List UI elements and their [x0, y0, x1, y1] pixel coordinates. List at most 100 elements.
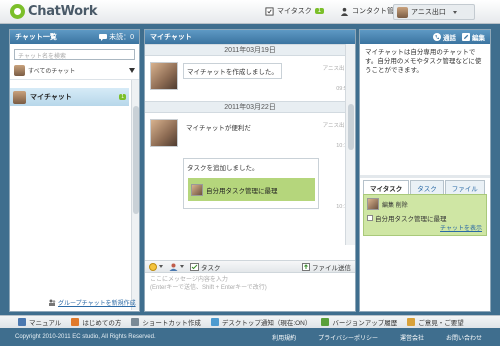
smiley-icon: [149, 262, 157, 271]
avatar: [191, 183, 203, 196]
chevron-down-icon: [452, 10, 457, 14]
message-input[interactable]: ここにメッセージ内容を入力 (Enterキーで送信、Shift + Enterキ…: [147, 274, 352, 311]
footer-item-label: マニュアル: [29, 320, 62, 327]
logo-text: ChatWork: [28, 4, 98, 19]
message-scrollbar[interactable]: [345, 44, 355, 245]
message-input-hint: (Enterキーで送信、Shift + Enterキーで改行): [150, 285, 267, 291]
show-chat-link[interactable]: チャットを表示: [440, 223, 482, 232]
my-task-count: 1: [314, 8, 325, 14]
person-icon: [169, 263, 178, 271]
chat-info-header: 通話 編集: [360, 30, 490, 44]
chat-list-scrollbar[interactable]: [131, 80, 139, 310]
message-text: マイチャットを作成しました。: [183, 63, 282, 79]
avatar: [13, 90, 26, 104]
tab-my-tasks[interactable]: マイタスク: [363, 180, 410, 195]
tab-files[interactable]: ファイル: [444, 180, 485, 195]
chat-filter-select[interactable]: すべてのチャット: [10, 62, 139, 80]
task-icon: [265, 6, 274, 16]
getting-started-link[interactable]: はじめての方: [71, 317, 121, 327]
task-text: 自分用タスク管理に最理: [206, 187, 278, 195]
task-actions[interactable]: 編集 削除: [382, 200, 408, 209]
manual-link[interactable]: マニュアル: [18, 317, 61, 327]
shortcut-link[interactable]: ショートカット作成: [131, 317, 201, 327]
create-group-chat-label: グループチャットを新規作成: [58, 301, 136, 307]
footer-toolbar: マニュアル はじめての方 ショートカット作成 デスクトップ通知（現在:ON） バ…: [0, 315, 500, 328]
footer-item-label: ショートカット作成: [142, 320, 201, 327]
group-icon: [49, 299, 56, 306]
edit-chat-button[interactable]: 編集: [462, 32, 485, 42]
task-icon: [190, 262, 199, 271]
date-separator: 2011年03月22日: [145, 101, 355, 113]
send-file-button[interactable]: ファイル送信: [302, 262, 351, 272]
version-history-link[interactable]: バージョンアップ履歴: [321, 317, 397, 327]
chat-list-header: チャット一覧 未読：0: [10, 30, 139, 44]
scroll-thumb[interactable]: [348, 104, 354, 150]
phone-icon: [433, 33, 441, 41]
unread-filter[interactable]: 未読：0: [99, 32, 134, 42]
chevron-down-icon: [159, 265, 163, 268]
chat-header: マイチャット: [145, 30, 355, 44]
privacy-link[interactable]: プライバシーポリシー: [318, 333, 378, 342]
footer-item-label: はじめての方: [82, 320, 122, 327]
file-upload-icon: [302, 262, 310, 271]
feedback-link[interactable]: ご意見・ご要望: [407, 317, 464, 327]
task-item-header: 編集 削除: [364, 195, 486, 213]
panel-resize-handle[interactable]: [360, 175, 490, 178]
send-file-label: ファイル送信: [312, 264, 351, 272]
chat-room-item[interactable]: マイチャット 1: [10, 88, 129, 106]
edit-icon: [462, 33, 470, 41]
logo[interactable]: ChatWork: [10, 4, 98, 19]
avatar: [367, 198, 379, 210]
date-separator: 2011年03月19日: [145, 44, 355, 56]
chat-list-panel: チャット一覧 未読：0 チャット名を検索 すべてのチャット マイチャット 1 グ…: [9, 29, 140, 312]
monitor-icon: [210, 318, 219, 326]
contacts-nav[interactable]: コンタクト管理: [340, 6, 401, 16]
scroll-thumb[interactable]: [133, 106, 139, 214]
chat-search-input[interactable]: チャット名を検索: [14, 49, 135, 60]
tab-tasks[interactable]: タスク: [410, 180, 444, 195]
chat-room-name: マイチャット: [30, 94, 72, 101]
compose-toolbar: タスク ファイル送信: [145, 260, 355, 273]
mention-button[interactable]: [169, 263, 184, 271]
emoticon-button[interactable]: [149, 262, 163, 271]
contact-link[interactable]: お問い合わせ: [446, 333, 482, 342]
top-bar: ChatWork マイタスク 1 コンタクト管理 アニス出口: [0, 0, 500, 24]
message-input-placeholder: ここにメッセージ内容を入力: [150, 277, 228, 283]
my-task-nav[interactable]: マイタスク 1: [265, 6, 325, 16]
avatar: [150, 119, 178, 147]
company-link[interactable]: 運営会社: [400, 333, 424, 342]
call-label: 通話: [443, 35, 456, 42]
chat-title: マイチャット: [150, 34, 192, 41]
copyright: Copyright 2010-2011 EC studio, All Right…: [15, 334, 156, 340]
task-checkbox[interactable]: [367, 215, 373, 221]
task-added-text: タスクを追加しました。: [187, 165, 259, 172]
task-item: 自分用タスク管理に最理: [364, 213, 486, 223]
history-icon: [321, 318, 330, 326]
chat-room-count: 1: [119, 94, 126, 100]
right-tabs: マイタスク タスク ファイル: [363, 180, 485, 195]
chevron-down-icon: [180, 265, 184, 268]
chat-description: マイチャットは自分専用のチャットです。自分用のメモやタスク管理などに使うことがで…: [365, 49, 482, 74]
footer-links: 利用規約 プライバシーポリシー 運営会社 お問い合わせ: [272, 333, 500, 342]
task-message-item: タスクを追加しました。 自分用タスク管理に最理 10:15: [145, 154, 355, 216]
task-list: 編集 削除 自分用タスク管理に最理 チャットを表示: [363, 194, 487, 236]
person-icon: [340, 7, 349, 16]
footer-item-label: デスクトップ通知（現在:ON）: [221, 320, 312, 327]
message-text: マイチャットが便利だ: [186, 125, 251, 132]
beginner-icon: [71, 318, 80, 326]
terms-link[interactable]: 利用規約: [272, 333, 296, 342]
call-button[interactable]: 通話: [433, 32, 456, 42]
task-button[interactable]: タスク: [190, 262, 221, 272]
account-menu[interactable]: アニス出口: [393, 4, 475, 20]
chat-panel: マイチャット 2011年03月19日 マイチャットを作成しました。 アニス出口 …: [144, 29, 356, 312]
avatar: [14, 65, 25, 76]
edit-label: 編集: [472, 35, 485, 42]
feedback-icon: [407, 318, 416, 326]
create-group-chat-link[interactable]: グループチャットを新規作成: [48, 298, 136, 307]
task-body[interactable]: 自分用タスク管理に最理: [188, 178, 315, 201]
message-item: マイチャットが便利だ アニス出口 10:15: [145, 113, 355, 154]
desktop-notification-link[interactable]: デスクトップ通知（現在:ON）: [210, 317, 312, 327]
chat-bubble-icon: [99, 33, 108, 41]
book-icon: [18, 318, 26, 326]
chatwork-logo-icon: [10, 4, 25, 19]
